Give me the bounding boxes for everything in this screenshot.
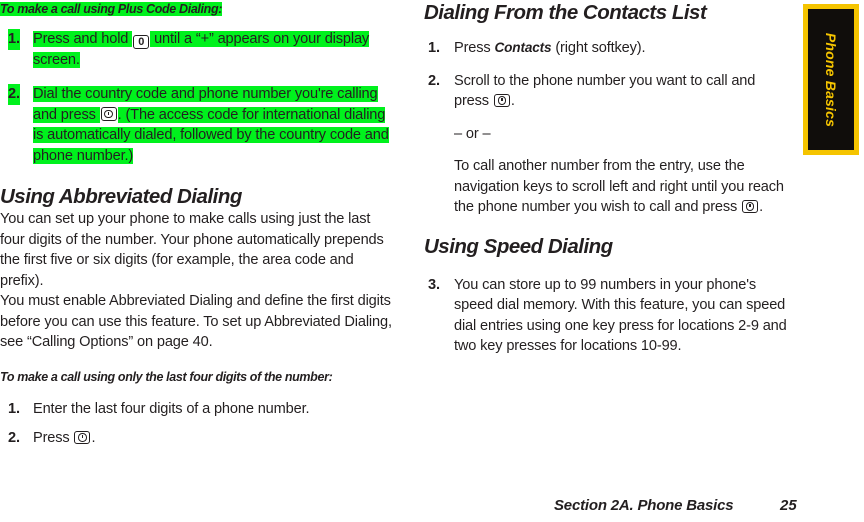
step-text-after-key: . [91, 430, 96, 446]
steps-dialing-contacts: 1. Press Contacts (right softkey). 2. Sc… [424, 38, 794, 112]
step-number: 3. [428, 276, 440, 293]
step-text: Enter the last four digits of a phone nu… [33, 400, 310, 417]
step-text-before-key: Press [33, 430, 74, 446]
section-heading-dialing-contacts: Dialing From the Contacts List [424, 1, 707, 24]
talk-key-icon [742, 199, 759, 213]
steps-last-four-digits: 1. Enter the last four digits of a phone… [0, 399, 396, 449]
step-number: 1. [428, 40, 440, 56]
steps-speed-dialing: 3. You can store up to 99 numbers in you… [424, 275, 794, 357]
step-item: 2. Dial the country code and phone numbe… [0, 84, 396, 166]
zero-key-icon: 0 [133, 35, 150, 49]
step-text-before-emph: Press [454, 40, 495, 56]
step-text-after-key: . [510, 93, 515, 109]
right-column: Dialing From the Contacts List 1. Press … [424, 0, 794, 357]
section-heading-abbreviated-dialing: Using Abbreviated Dialing [0, 185, 242, 208]
sub-paragraph-call-another-number: To call another number from the entry, u… [424, 156, 794, 218]
step-number: 2. [428, 72, 440, 89]
or-divider: – or – [454, 125, 491, 142]
step-item: 2. Scroll to the phone number you want t… [424, 71, 794, 112]
step-item: 1. Press Contacts (right softkey). [424, 38, 794, 59]
step-item: 1. Press and hold 0 until a “+” appears … [0, 29, 396, 70]
procedure-heading-plus-code: To make a call using Plus Code Dialing: [0, 1, 396, 17]
step-number: 2. [8, 430, 20, 446]
talk-key-icon [493, 93, 510, 107]
softkey-label: Contacts [494, 40, 552, 55]
left-column: To make a call using Plus Code Dialing: … [0, 0, 396, 449]
manual-page: To make a call using Plus Code Dialing: … [0, 0, 864, 522]
footer-section-title: Section 2A. Phone Basics [554, 497, 734, 514]
sub-paragraph-text: To call another number from the entry, u… [454, 158, 784, 215]
side-tab-label: Phone Basics [823, 32, 839, 127]
steps-plus-code-dialing: 1. Press and hold 0 until a “+” appears … [0, 29, 396, 166]
procedure-heading-plus-code-text: To make a call using Plus Code Dialing: [0, 2, 223, 16]
section-heading-speed-dialing: Using Speed Dialing [424, 234, 613, 258]
paragraph-abbreviated-dialing-2: You must enable Abbreviated Dialing and … [0, 293, 392, 350]
step-number: 2. [8, 84, 20, 105]
step-number: 1. [8, 400, 20, 417]
page-footer: Section 2A. Phone Basics 25 [0, 492, 864, 514]
sub-paragraph-end: . [759, 199, 763, 215]
step-item: 2. Press . [0, 428, 396, 449]
talk-key-icon [100, 107, 117, 121]
paragraph-abbreviated-dialing-1: You can set up your phone to make calls … [0, 211, 384, 289]
step-item: 3. You can store up to 99 numbers in you… [424, 275, 794, 357]
step-text-after-emph: (right softkey). [551, 40, 646, 56]
talk-key-icon [74, 430, 91, 444]
footer-page-number: 25 [780, 497, 797, 514]
side-tab-phone-basics: Phone Basics [803, 4, 859, 155]
step-item: 1. Enter the last four digits of a phone… [0, 399, 396, 420]
step-text: You can store up to 99 numbers in your p… [454, 276, 787, 355]
step-number: 1. [8, 29, 20, 50]
step-text-before-key: Press and hold [33, 31, 133, 47]
procedure-heading-last-four-digits: To make a call using only the last four … [0, 369, 333, 384]
